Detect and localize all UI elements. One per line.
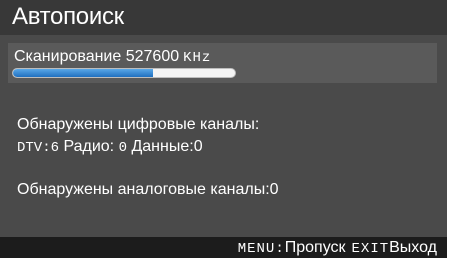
exit-hint[interactable]: Выход: [389, 239, 437, 256]
data-label: Данные:: [131, 138, 194, 155]
scan-status-box: Сканирование 527600 KHz: [8, 43, 437, 83]
digital-channels-counts: DTV:6 Радио: 0 Данные:0: [17, 137, 203, 158]
skip-hint[interactable]: Пропуск: [285, 239, 346, 256]
menu-key-label: MENU:: [237, 241, 285, 257]
radio-label: Радио:: [63, 138, 115, 155]
screen: Автопоиск Сканирование 527600 KHz Обнаруж…: [0, 0, 453, 264]
scan-frequency: 527600: [125, 48, 180, 65]
analog-channels-label: Обнаружены аналоговые каналы:: [17, 181, 270, 198]
page-title: Автопоиск: [12, 3, 124, 30]
analog-channels-row: Обнаружены аналоговые каналы:0: [17, 180, 279, 200]
dtv-label: DTV:: [17, 140, 51, 156]
scan-unit: KHz: [183, 50, 212, 66]
scan-label: Сканирование 527600 KHz: [14, 47, 211, 68]
scan-text: Сканирование: [14, 48, 122, 65]
analog-channels-count: 0: [269, 181, 279, 198]
data-count: 0: [193, 138, 203, 155]
scan-progress-bar: [12, 68, 236, 78]
exit-key-label: EXIT: [351, 241, 390, 257]
autosearch-panel: Автопоиск Сканирование 527600 KHz Обнаруж…: [0, 0, 447, 258]
footer-hints: MENU:Пропуск EXITВыход: [238, 238, 437, 258]
scan-progress-fill: [13, 69, 153, 77]
footer-bar: MENU:Пропуск EXITВыход: [0, 237, 447, 258]
radio-count: 0: [118, 140, 127, 156]
dtv-count: 6: [50, 140, 60, 156]
title-bar: Автопоиск: [0, 0, 447, 35]
digital-channels-label: Обнаружены цифровые каналы:: [17, 116, 260, 133]
